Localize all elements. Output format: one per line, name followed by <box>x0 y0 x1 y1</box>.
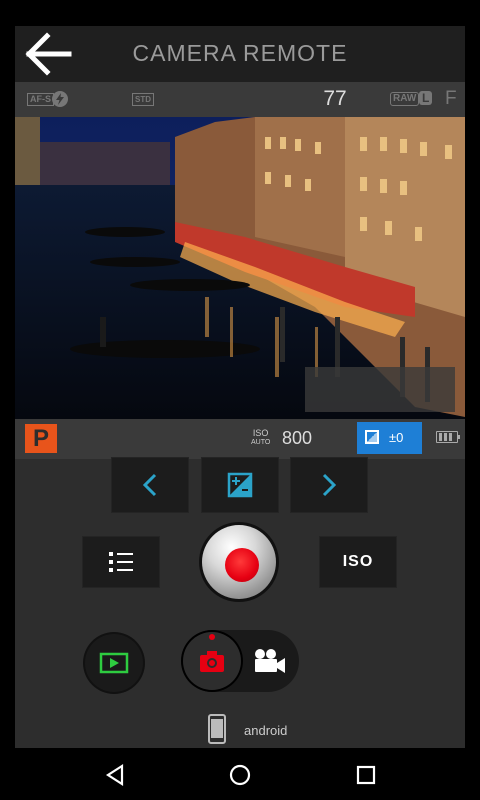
camera-info-bar: AF-S STD 77 RAW L F <box>15 82 465 117</box>
active-indicator <box>209 634 215 640</box>
flash-icon <box>52 91 68 107</box>
playback-icon <box>99 652 129 674</box>
shutter-record-dot <box>225 548 259 582</box>
previous-value-button[interactable] <box>111 457 189 513</box>
film-simulation-indicator: STD <box>132 93 154 106</box>
iso-label-top: ISO <box>252 428 269 438</box>
exposure-compensation-icon <box>365 430 379 444</box>
photo-video-toggle[interactable] <box>181 630 299 692</box>
header-bar: CAMERA REMOTE <box>15 26 465 82</box>
nav-recents-icon[interactable] <box>351 760 381 790</box>
camera-remote-app: CAMERA REMOTE AF-S STD 77 RAW L F P ISO … <box>15 26 465 748</box>
shutter-button[interactable] <box>199 522 279 602</box>
focus-mode-indicator: AF-S <box>27 93 54 106</box>
shots-remaining: 77 <box>323 87 347 110</box>
page-title: CAMERA REMOTE <box>132 40 348 66</box>
iso-value: 800 <box>282 428 313 448</box>
image-size-indicator: L <box>419 91 433 105</box>
playback-button[interactable] <box>85 634 143 692</box>
shutter-ring <box>202 525 276 599</box>
live-view-image[interactable] <box>15 117 465 419</box>
quality-indicator: F <box>445 88 457 109</box>
device-name: android <box>244 723 288 738</box>
camera-icon <box>200 651 224 672</box>
nav-back-icon[interactable] <box>100 760 130 790</box>
exposure-compensation-badge[interactable]: ±0 <box>357 422 422 454</box>
navigation-bar <box>0 748 480 800</box>
next-value-button[interactable] <box>290 457 368 513</box>
phone-icon <box>208 714 226 744</box>
chevron-right-icon <box>322 473 337 497</box>
nav-home-icon[interactable] <box>225 760 255 790</box>
iso-button[interactable]: ISO <box>319 536 397 588</box>
exposure-compensation-icon <box>227 472 253 498</box>
chevron-left-icon <box>142 473 157 497</box>
battery-icon <box>436 431 460 443</box>
format-indicator: RAW <box>390 92 420 106</box>
shooting-status-bar: P ISO AUTO 800 ±0 <box>15 419 465 459</box>
shooting-mode-button[interactable]: P <box>25 424 57 453</box>
iso-button-label: ISO <box>342 553 374 570</box>
exposure-compensation-button[interactable] <box>201 457 279 513</box>
iso-auto-label: ISO AUTO <box>251 429 270 447</box>
video-camera-icon <box>255 649 285 673</box>
menu-button[interactable] <box>82 536 160 588</box>
ev-value: ±0 <box>389 430 404 445</box>
iso-label-bottom: AUTO <box>251 439 271 446</box>
toggle-knob <box>183 632 241 690</box>
list-icon <box>109 552 133 572</box>
